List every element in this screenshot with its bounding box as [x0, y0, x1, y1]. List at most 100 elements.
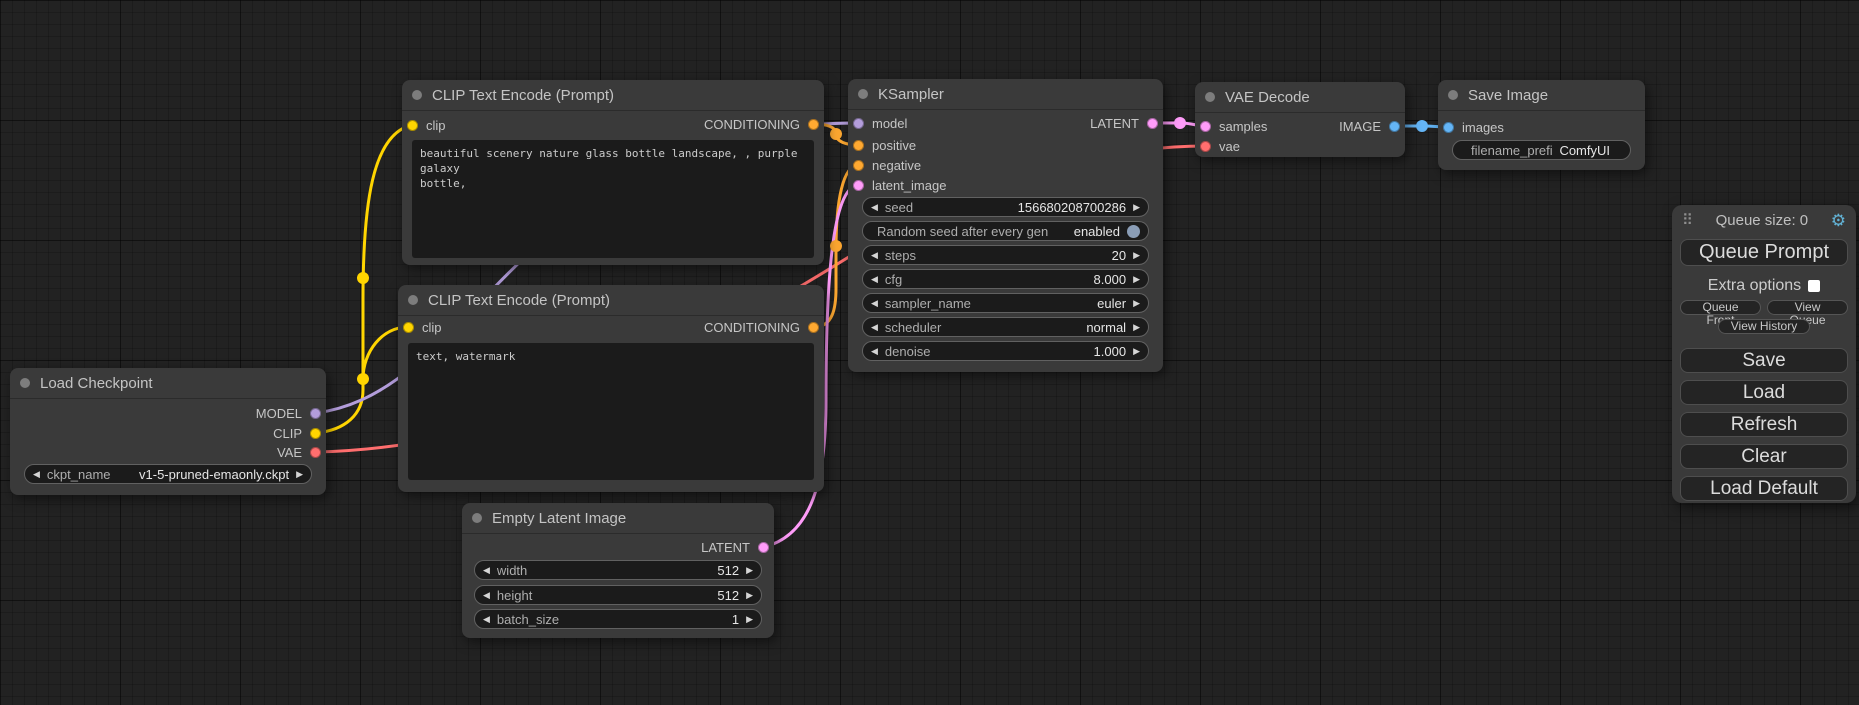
output-slot-latent[interactable]: LATENT	[701, 537, 769, 557]
input-slot-model[interactable]: model	[853, 113, 907, 133]
input-slot-clip[interactable]: clip	[407, 115, 446, 135]
decrement-arrow-icon[interactable]: ◀	[483, 566, 490, 575]
conditioning-port-dot[interactable]	[853, 140, 864, 151]
output-slot-conditioning[interactable]: CONDITIONING	[704, 317, 819, 337]
increment-arrow-icon[interactable]: ▶	[1133, 323, 1140, 332]
node-load-checkpoint[interactable]: Load Checkpoint MODEL CLIP VAE ◀ ckpt_na…	[10, 368, 326, 495]
latent-port-dot[interactable]	[758, 542, 769, 553]
node-title-bar[interactable]: KSampler	[848, 79, 1163, 110]
input-slot-images[interactable]: images	[1443, 117, 1504, 137]
decrement-arrow-icon[interactable]: ◀	[33, 470, 40, 479]
widget-ckpt-name[interactable]: ◀ ckpt_name v1-5-pruned-emaonly.ckpt ▶	[24, 464, 312, 484]
toggle-circle-icon[interactable]	[1127, 225, 1140, 238]
queue-front-button[interactable]: Queue Front	[1680, 300, 1761, 315]
node-title-bar[interactable]: CLIP Text Encode (Prompt)	[398, 285, 824, 316]
decrement-arrow-icon[interactable]: ◀	[483, 615, 490, 624]
save-button[interactable]: Save	[1680, 348, 1848, 373]
output-slot-model[interactable]: MODEL	[256, 403, 321, 423]
widget-filename-prefix[interactable]: filename_prefix ComfyUI	[1452, 140, 1631, 160]
widget-cfg[interactable]: ◀ cfg 8.000 ▶	[862, 269, 1149, 289]
node-empty-latent-image[interactable]: Empty Latent Image LATENT ◀ width 512 ▶ …	[462, 503, 774, 638]
widget-height[interactable]: ◀ height 512 ▶	[474, 585, 762, 605]
collapse-dot[interactable]	[858, 89, 868, 99]
increment-arrow-icon[interactable]: ▶	[746, 615, 753, 624]
reroute-dot-clip-lower[interactable]	[357, 373, 369, 385]
latent-port-dot[interactable]	[853, 180, 864, 191]
widget-width[interactable]: ◀ width 512 ▶	[474, 560, 762, 580]
input-slot-samples[interactable]: samples	[1200, 116, 1267, 136]
node-title-bar[interactable]: Empty Latent Image	[462, 503, 774, 534]
collapse-dot[interactable]	[1448, 90, 1458, 100]
widget-batch-size[interactable]: ◀ batch_size 1 ▶	[474, 609, 762, 629]
vae-port-dot[interactable]	[310, 447, 321, 458]
collapse-dot[interactable]	[408, 295, 418, 305]
output-slot-latent[interactable]: LATENT	[1090, 113, 1158, 133]
collapse-dot[interactable]	[20, 378, 30, 388]
node-save-image[interactable]: Save Image images filename_prefix ComfyU…	[1438, 80, 1645, 170]
increment-arrow-icon[interactable]: ▶	[1133, 299, 1140, 308]
input-slot-latent-image[interactable]: latent_image	[853, 175, 946, 195]
node-ksampler[interactable]: KSampler model positive negative latent_…	[848, 79, 1163, 372]
decrement-arrow-icon[interactable]: ◀	[871, 299, 878, 308]
extra-options-checkbox[interactable]	[1808, 280, 1820, 292]
negative-prompt-textarea[interactable]: text, watermark	[408, 343, 814, 480]
node-clip-text-encode-negative[interactable]: CLIP Text Encode (Prompt) clip CONDITION…	[398, 285, 824, 492]
output-slot-vae[interactable]: VAE	[277, 442, 321, 462]
view-queue-button[interactable]: View Queue	[1767, 300, 1848, 315]
vae-port-dot[interactable]	[1200, 141, 1211, 152]
input-slot-vae[interactable]: vae	[1200, 136, 1240, 156]
widget-sampler-name[interactable]: ◀ sampler_name euler ▶	[862, 293, 1149, 313]
input-slot-negative[interactable]: negative	[853, 155, 921, 175]
widget-steps[interactable]: ◀ steps 20 ▶	[862, 245, 1149, 265]
node-title-bar[interactable]: CLIP Text Encode (Prompt)	[402, 80, 824, 111]
clear-button[interactable]: Clear	[1680, 444, 1848, 469]
reroute-dot-positive[interactable]	[830, 128, 842, 140]
reroute-dot-clip-upper[interactable]	[357, 272, 369, 284]
conditioning-port-dot[interactable]	[808, 119, 819, 130]
conditioning-port-dot[interactable]	[808, 322, 819, 333]
decrement-arrow-icon[interactable]: ◀	[871, 347, 878, 356]
latent-port-dot[interactable]	[1200, 121, 1211, 132]
output-slot-conditioning[interactable]: CONDITIONING	[704, 114, 819, 134]
collapse-dot[interactable]	[1205, 92, 1215, 102]
node-title-bar[interactable]: VAE Decode	[1195, 82, 1405, 113]
refresh-button[interactable]: Refresh	[1680, 412, 1848, 437]
collapse-dot[interactable]	[412, 90, 422, 100]
decrement-arrow-icon[interactable]: ◀	[871, 275, 878, 284]
increment-arrow-icon[interactable]: ▶	[746, 566, 753, 575]
increment-arrow-icon[interactable]: ▶	[296, 470, 303, 479]
settings-gear-icon[interactable]: ⚙	[1831, 212, 1846, 229]
image-port-dot[interactable]	[1389, 121, 1400, 132]
widget-scheduler[interactable]: ◀ scheduler normal ▶	[862, 317, 1149, 337]
clip-port-dot[interactable]	[310, 428, 321, 439]
reroute-dot-image[interactable]	[1416, 120, 1428, 132]
increment-arrow-icon[interactable]: ▶	[1133, 275, 1140, 284]
increment-arrow-icon[interactable]: ▶	[1133, 251, 1140, 260]
load-default-button[interactable]: Load Default	[1680, 476, 1848, 501]
decrement-arrow-icon[interactable]: ◀	[871, 203, 878, 212]
node-title-bar[interactable]: Save Image	[1438, 80, 1645, 111]
model-port-dot[interactable]	[310, 408, 321, 419]
conditioning-port-dot[interactable]	[853, 160, 864, 171]
decrement-arrow-icon[interactable]: ◀	[871, 323, 878, 332]
widget-denoise[interactable]: ◀ denoise 1.000 ▶	[862, 341, 1149, 361]
output-slot-clip[interactable]: CLIP	[273, 423, 321, 443]
widget-random-seed-toggle[interactable]: Random seed after every gen enabled	[862, 221, 1149, 241]
clip-port-dot[interactable]	[403, 322, 414, 333]
queue-prompt-button[interactable]: Queue Prompt	[1680, 239, 1848, 266]
node-title-bar[interactable]: Load Checkpoint	[10, 368, 326, 399]
increment-arrow-icon[interactable]: ▶	[746, 591, 753, 600]
comfyui-canvas[interactable]: { "colors":{ "model":"#b39ddb","clip":"#…	[0, 0, 1859, 705]
clip-port-dot[interactable]	[407, 120, 418, 131]
increment-arrow-icon[interactable]: ▶	[1133, 203, 1140, 212]
image-port-dot[interactable]	[1443, 122, 1454, 133]
reroute-dot-latent[interactable]	[1174, 117, 1186, 129]
load-button[interactable]: Load	[1680, 380, 1848, 405]
decrement-arrow-icon[interactable]: ◀	[483, 591, 490, 600]
increment-arrow-icon[interactable]: ▶	[1133, 347, 1140, 356]
output-slot-image[interactable]: IMAGE	[1339, 116, 1400, 136]
drag-handle-icon[interactable]: ⠿	[1682, 211, 1693, 229]
node-vae-decode[interactable]: VAE Decode samples vae IMAGE	[1195, 82, 1405, 157]
latent-port-dot[interactable]	[1147, 118, 1158, 129]
model-port-dot[interactable]	[853, 118, 864, 129]
